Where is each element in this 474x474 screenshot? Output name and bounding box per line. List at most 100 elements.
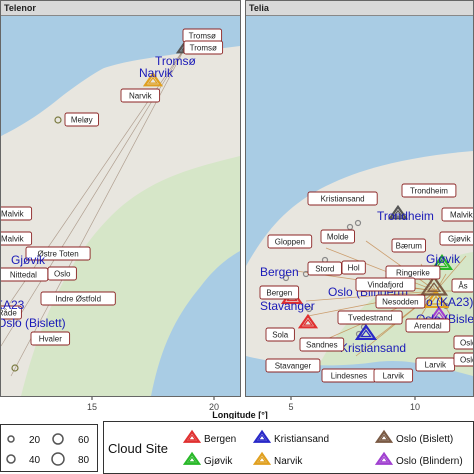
location-label: Larvik <box>373 368 414 383</box>
label-text: Larvik <box>425 361 447 370</box>
x-tick-label: 10 <box>410 402 420 412</box>
label-text: Tvedestrand <box>348 314 392 323</box>
label-text: Ringerike <box>396 269 430 278</box>
cloud-site-label: Stavanger <box>260 299 315 313</box>
location-label: Oslo <box>453 352 473 367</box>
x-tick-label: 15 <box>87 402 97 412</box>
location-label: Arendal <box>405 318 451 333</box>
map-telia: TrondheimBergenGjøvikStavangerOslo (Blin… <box>246 16 473 396</box>
label-text: Larvik <box>383 372 405 381</box>
label-text: Gjøvik <box>448 235 472 244</box>
cloud-legend-label: Gjøvik <box>204 456 233 467</box>
cloud-site-label: KA23 <box>1 298 25 312</box>
cloud-legend-label: Bergen <box>204 434 236 445</box>
location-label: Bergen <box>259 285 300 300</box>
cloud-legend-title: Cloud Site <box>108 441 168 456</box>
cloud-site-label: Bergen <box>260 265 299 279</box>
cloud-site-label: Narvik <box>139 66 174 80</box>
size-legend-marker <box>52 433 64 445</box>
location-label: Oslo <box>453 335 473 350</box>
panel-title: Telenor <box>1 1 240 16</box>
label-text: Tromsø <box>189 32 216 41</box>
label-text: Oslo <box>54 270 71 279</box>
location-label: Indre Østfold <box>40 291 116 306</box>
panel-title: Telia <box>246 1 473 16</box>
label-text: Hol <box>348 264 360 273</box>
label-text: Sola <box>272 331 289 340</box>
panel-telia: Telia Trondheim Bergen Gjøvik Stavanger Oslo… <box>245 0 474 397</box>
location-label: Sandnes <box>299 337 345 352</box>
label-text: Nittedal <box>10 271 37 280</box>
location-label: Tromsø <box>183 40 224 55</box>
label-text: Oslo <box>460 339 473 348</box>
location-label: Tromsø <box>182 28 223 43</box>
cloud-site-label: Trondheim <box>377 209 434 223</box>
cloud-site-label: Gjøvik <box>426 252 461 266</box>
size-legend-label: 80 <box>78 455 90 466</box>
location-label: Stord <box>307 261 342 276</box>
label-text: Ås <box>458 282 467 291</box>
label-text: Indre Østfold <box>55 295 101 304</box>
x-axis-label: Longitude [°] <box>212 410 268 419</box>
label-text: Malvik <box>1 210 25 219</box>
label-text: Trondheim <box>410 187 448 196</box>
size-legend-marker <box>6 454 16 464</box>
location-label: Gjøvik <box>439 231 473 246</box>
location-label: Lindesnes <box>321 368 377 383</box>
cloud-legend-label: Oslo (Bislett) <box>396 434 453 445</box>
label-text: Narvik <box>129 92 153 101</box>
label-text: Meløy <box>71 116 93 125</box>
label-text: Bergen <box>266 289 292 298</box>
map-telenor: TromsøNarvikTromsøTromsøNarvikMeløyMalvi… <box>1 16 240 396</box>
location-label: Kristiansand <box>307 191 378 206</box>
location-label: Malvik <box>1 206 33 221</box>
location-label: Larvik <box>415 357 456 372</box>
location-label: Meløy <box>64 112 99 127</box>
label-text: Tromsø <box>190 44 217 53</box>
cloud-site-label: Oslo (Bislett) <box>1 316 66 330</box>
location-label: Narvik <box>120 88 161 103</box>
cloud-site-label: Kristiansand <box>340 341 406 355</box>
location-label: Malvik <box>1 231 33 246</box>
location-label: Ås <box>451 278 473 293</box>
label-text: Lindesnes <box>331 372 367 381</box>
size-legend-marker <box>51 452 65 466</box>
label-text: Hvaler <box>39 335 62 344</box>
x-axis: 15 20 5 10 Longitude [°] <box>87 397 420 419</box>
label-text: Kristiansand <box>321 195 365 204</box>
label-text: Malvik <box>450 211 473 220</box>
cloud-site-legend: Cloud Site Bergen Kristiansand Oslo (Bisle… <box>103 421 474 474</box>
label-text: Arendal <box>414 322 442 331</box>
location-label: Hol <box>341 260 366 275</box>
location-label: Trondheim <box>401 183 457 198</box>
cloud-legend-label: Oslo (Blindern) <box>396 456 463 467</box>
label-text: Nesodden <box>382 298 418 307</box>
label-text: Molde <box>327 233 349 242</box>
location-label: Sola <box>265 327 295 342</box>
label-text: Malvik <box>1 235 25 244</box>
location-label: Nittedal <box>1 267 49 282</box>
cloud-legend-label: Narvik <box>274 456 303 467</box>
label-text: Sandnes <box>306 341 338 350</box>
location-label: Tvedestrand <box>337 310 403 325</box>
label-text: Vindafjord <box>368 281 404 290</box>
location-label: Gloppen <box>267 234 313 249</box>
location-label: Oslo <box>47 266 77 281</box>
label-text: Gloppen <box>275 238 305 247</box>
location-label: Hvaler <box>30 331 71 346</box>
cloud-site-label: Gjøvik <box>11 253 46 267</box>
x-tick-label: 5 <box>288 402 293 412</box>
size-legend-label: 40 <box>29 455 41 466</box>
label-text: Stord <box>315 265 334 274</box>
size-legend-marker <box>7 435 15 443</box>
panel-telenor: Telenor Tromsø Narvik Tromsø Tromsø Narvik Me… <box>0 0 241 397</box>
location-label: Malvik <box>441 207 473 222</box>
location-label: Vindafjord <box>355 277 416 292</box>
cloud-legend-label: Kristiansand <box>274 434 329 445</box>
location-label: Nesodden <box>375 294 426 309</box>
label-text: Bærum <box>396 242 423 251</box>
size-legend-label: 60 <box>78 435 90 446</box>
location-label: Ringerike <box>385 265 441 280</box>
size-legend: 20 40 60 80 <box>0 424 98 472</box>
label-text: Stavanger <box>275 362 312 371</box>
